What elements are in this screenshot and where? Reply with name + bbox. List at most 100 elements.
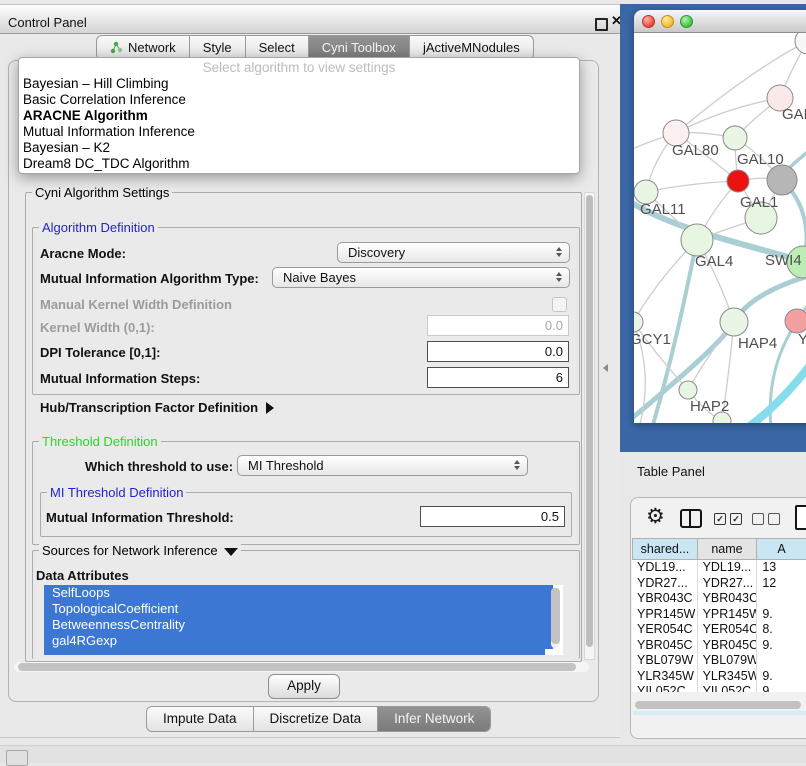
bottom-tab-impute-data[interactable]: Impute Data bbox=[147, 707, 253, 731]
table-cell: YDL19... bbox=[632, 560, 698, 576]
mi-threshold-title: MI Threshold Definition bbox=[47, 485, 186, 500]
column-header-name[interactable]: name bbox=[698, 539, 757, 559]
table-body: YDL19...YDL19...13YDR27...YDR27...12YBR0… bbox=[632, 560, 806, 692]
table-row-2[interactable]: YBR043CYBR043C bbox=[632, 591, 806, 607]
table-cell: YPR145W bbox=[698, 607, 758, 623]
table-row-8[interactable]: YIL052CYIL052C9. bbox=[632, 684, 806, 692]
checked-checkbox-icon[interactable]: ✓ bbox=[730, 513, 742, 525]
attribute-item-gal4RGexp[interactable]: gal4RGexp bbox=[44, 633, 553, 649]
network-node-12[interactable] bbox=[785, 309, 806, 333]
table-cell: 9. bbox=[757, 607, 806, 623]
tab-label: Select bbox=[259, 40, 295, 55]
tab-select[interactable]: Select bbox=[245, 36, 308, 59]
table-row-1[interactable]: YDR27...YDR27...12 bbox=[632, 576, 806, 592]
gear-icon[interactable]: ⚙ bbox=[646, 505, 665, 529]
combo-arrows-icon bbox=[556, 272, 562, 282]
table-cell: 12 bbox=[757, 576, 806, 592]
table-row-6[interactable]: YBL079WYBL079W bbox=[632, 653, 806, 669]
control-panel-titlebar: Control Panel ✕ bbox=[0, 4, 620, 34]
manual-kernel-checkbox[interactable] bbox=[552, 297, 567, 312]
mi-steps-field[interactable]: 6 bbox=[427, 367, 569, 388]
zoom-traffic-light[interactable] bbox=[680, 15, 693, 28]
column-header-A[interactable]: A bbox=[757, 539, 806, 559]
unchecked-checkbox-icon[interactable] bbox=[768, 513, 780, 525]
pane-collapse-arrow[interactable] bbox=[603, 364, 608, 372]
table-cell bbox=[757, 591, 806, 607]
network-edge bbox=[744, 353, 806, 423]
network-node-10[interactable] bbox=[634, 312, 643, 332]
table-row-0[interactable]: YDL19...YDL19...13 bbox=[632, 560, 806, 576]
threshold-definition-title: Threshold Definition bbox=[39, 434, 161, 449]
node-label-GAL10: GAL10 bbox=[737, 151, 784, 168]
mi-type-combo[interactable]: Naive Bayes bbox=[272, 267, 570, 288]
network-canvas[interactable]: GALGAL80GAL10GAL1GAL11SWI4GAL4GCY1HAP4YH… bbox=[634, 33, 806, 423]
table-horizontal-scrollbar[interactable] bbox=[633, 699, 805, 710]
algorithm-option-4[interactable]: Bayesian – K2 bbox=[19, 140, 579, 156]
network-node-3[interactable] bbox=[723, 126, 747, 150]
settings-vertical-scrollbar[interactable] bbox=[584, 192, 595, 660]
attribute-item-partial[interactable] bbox=[44, 649, 545, 655]
which-threshold-combo[interactable]: MI Threshold bbox=[237, 455, 528, 476]
data-attributes-label: Data Attributes bbox=[36, 568, 129, 583]
table-cell: YBR045C bbox=[698, 638, 758, 654]
hub-definition-toggle[interactable]: Hub/Transcription Factor Definition bbox=[40, 400, 274, 415]
attributes-scrollbar[interactable] bbox=[551, 588, 560, 648]
kernel-width-field[interactable]: 0.0 bbox=[427, 315, 569, 336]
network-icon bbox=[110, 41, 123, 54]
node-label-Y: Y bbox=[798, 331, 806, 348]
network-node-8[interactable] bbox=[681, 224, 713, 256]
algorithm-option-5[interactable]: Dream8 DC_TDC Algorithm bbox=[19, 156, 579, 172]
node-label-GCY1: GCY1 bbox=[634, 331, 671, 348]
algorithm-definition-title: Algorithm Definition bbox=[39, 220, 158, 235]
tab-jactivemnodules[interactable]: jActiveMNodules bbox=[409, 36, 533, 59]
control-panel-title: Control Panel bbox=[8, 15, 87, 30]
table-cell: YBR043C bbox=[698, 591, 758, 607]
node-label-GAL11: GAL11 bbox=[640, 201, 686, 218]
table-row-7[interactable]: YLR345WYLR345W9. bbox=[632, 669, 806, 685]
algorithm-option-3[interactable]: Mutual Information Inference bbox=[19, 124, 579, 140]
table-cell: YBL079W bbox=[632, 653, 698, 669]
aracne-mode-combo[interactable]: Discovery bbox=[337, 242, 570, 263]
attribute-item-SelfLoops[interactable]: SelfLoops bbox=[44, 585, 553, 601]
network-node-13[interactable] bbox=[679, 381, 697, 399]
table-row-4[interactable]: YER054CYER054C8. bbox=[632, 622, 806, 638]
network-window-titlebar[interactable] bbox=[634, 10, 806, 33]
table-row-3[interactable]: YPR145WYPR145W9. bbox=[632, 607, 806, 623]
network-node-4[interactable] bbox=[767, 165, 797, 195]
column-header-shared...[interactable]: shared... bbox=[633, 539, 698, 559]
mini-panel-button[interactable] bbox=[6, 750, 28, 766]
minimize-traffic-light[interactable] bbox=[661, 15, 674, 28]
apply-button[interactable]: Apply bbox=[268, 674, 340, 699]
mi-threshold-field[interactable]: 0.5 bbox=[420, 506, 565, 527]
algorithm-option-1[interactable]: Basic Correlation Inference bbox=[19, 92, 579, 108]
sources-title[interactable]: Sources for Network Inference bbox=[39, 543, 241, 558]
table-cell: YBR043C bbox=[632, 591, 698, 607]
tab-style[interactable]: Style bbox=[189, 36, 245, 59]
unchecked-checkbox-icon[interactable] bbox=[752, 513, 764, 525]
tab-network[interactable]: Network bbox=[97, 36, 189, 59]
settings-horizontal-scrollbar[interactable] bbox=[14, 662, 589, 672]
network-node-5[interactable] bbox=[727, 170, 749, 192]
table-header-row: shared...nameA bbox=[632, 538, 806, 560]
tab-label: Network bbox=[128, 40, 176, 55]
algorithm-option-2[interactable]: ARACNE Algorithm bbox=[19, 108, 579, 124]
mi-type-value: Naive Bayes bbox=[283, 270, 356, 285]
tab-cyni-toolbox[interactable]: Cyni Toolbox bbox=[308, 36, 409, 59]
network-node-11[interactable] bbox=[720, 308, 748, 336]
mi-type-label: Mutual Information Algorithm Type: bbox=[40, 271, 259, 286]
algorithm-option-0[interactable]: Bayesian – Hill Climbing bbox=[19, 76, 579, 92]
close-traffic-light[interactable] bbox=[642, 15, 655, 28]
bottom-tab-discretize-data[interactable]: Discretize Data bbox=[253, 707, 378, 731]
attribute-item-BetweennessCentrality[interactable]: BetweennessCentrality bbox=[44, 617, 553, 633]
columns-icon[interactable] bbox=[680, 509, 702, 528]
bottom-tab-infer-network[interactable]: Infer Network bbox=[377, 707, 490, 731]
table-cell: YBL079W bbox=[698, 653, 758, 669]
attribute-item-TopologicalCoefficient[interactable]: TopologicalCoefficient bbox=[44, 601, 553, 617]
network-node-0[interactable] bbox=[795, 33, 806, 54]
checked-checkbox-icon[interactable]: ✓ bbox=[714, 513, 726, 525]
data-attributes-list: SelfLoopsTopologicalCoefficientBetweenne… bbox=[44, 585, 563, 655]
dpi-tolerance-field[interactable]: 0.0 bbox=[427, 341, 569, 362]
table-row-5[interactable]: YBR045CYBR045C9. bbox=[632, 638, 806, 654]
float-window-icon[interactable] bbox=[595, 18, 608, 31]
document-icon[interactable] bbox=[795, 505, 806, 530]
